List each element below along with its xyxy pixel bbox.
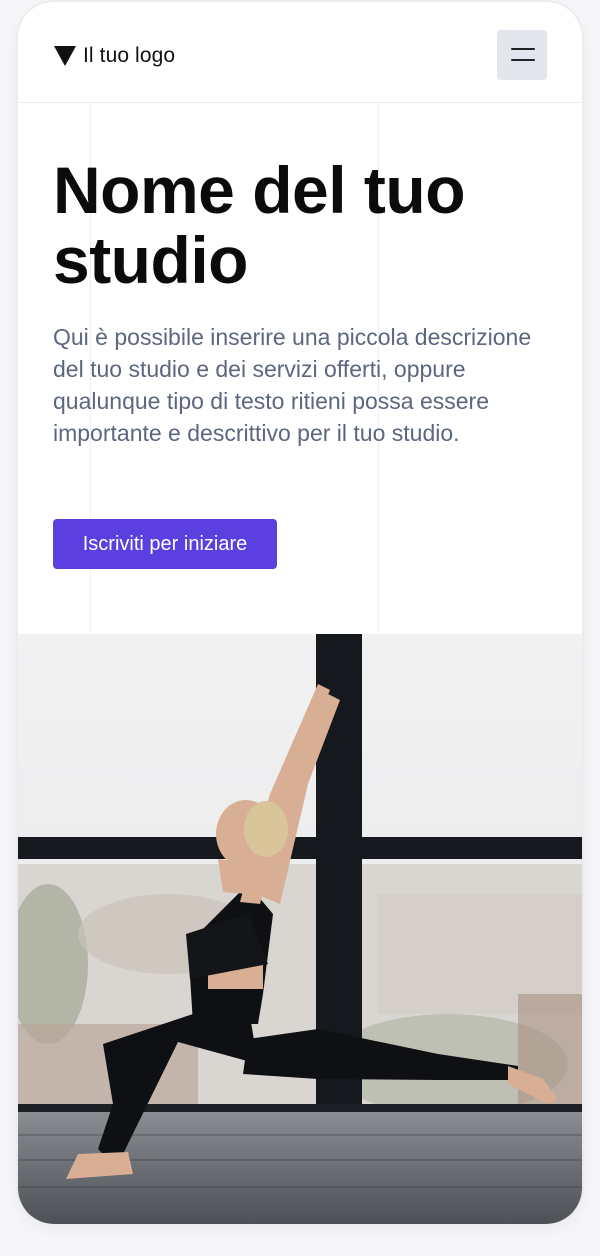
hero-image (18, 634, 582, 1224)
top-navbar: Il tuo logo (18, 2, 582, 103)
signup-button[interactable]: Iscriviti per iniziare (53, 519, 277, 569)
logo-text: Il tuo logo (83, 44, 176, 67)
triangle-down-icon (54, 46, 76, 66)
menu-button[interactable] (497, 30, 547, 80)
hamburger-menu-icon (511, 48, 535, 50)
hero-description: Qui è possibile inserire una piccola des… (53, 324, 532, 446)
hamburger-menu-icon-line (511, 59, 535, 61)
logo[interactable]: Il tuo logo (54, 44, 175, 68)
phone-frame: Il tuo logo Nome del tuo studio Qui è po… (18, 2, 582, 1224)
page-title: Nome del tuo studio (53, 153, 466, 297)
hero-section: Nome del tuo studio Qui è possibile inse… (18, 103, 582, 634)
